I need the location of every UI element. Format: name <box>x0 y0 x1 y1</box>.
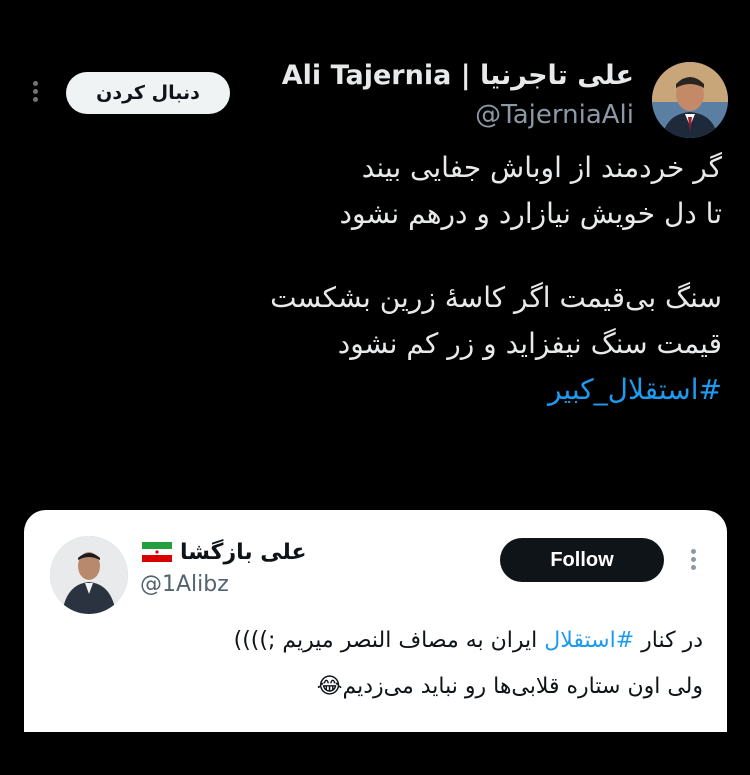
quoted-line: در کنار #استقلال ایران به مصاف النصر میر… <box>233 628 703 653</box>
tweet-line: قیمت سنگ نیفزاید و زر کم نشود <box>337 327 722 360</box>
quoted-author-avatar[interactable] <box>50 536 128 614</box>
tweet-line: گر خردمند از اوباش جفایی بیند <box>361 151 722 184</box>
quoted-more-options-icon[interactable] <box>686 546 700 576</box>
author-handle[interactable]: @TajerniaAli <box>475 100 634 130</box>
quoted-author-name[interactable]: علی بازگشا <box>180 540 307 565</box>
tweet-line: سنگ بی‌قیمت اگر کاسهٔ زرین بشکست <box>270 281 722 314</box>
quoted-author-handle[interactable]: @1Alibz <box>140 572 229 597</box>
hashtag-link[interactable]: #استقلال_کبیر <box>162 367 722 413</box>
iran-flag-icon <box>142 542 172 562</box>
quoted-hashtag-link[interactable]: #استقلال <box>544 628 634 653</box>
quoted-tweet-text: در کنار #استقلال ایران به مصاف النصر میر… <box>43 618 703 710</box>
follow-button[interactable]: دنبال کردن <box>66 72 230 114</box>
quoted-tweet-card[interactable]: علی بازگشا @1Alibz Follow در کنار #استقل… <box>24 510 727 732</box>
tweet: دنبال کردن Ali Tajernia | علی تاجرنیا @T… <box>0 0 750 775</box>
tweet-line: تا دل خویش نیازارد و درهم نشود <box>339 197 722 230</box>
author-avatar[interactable] <box>652 62 728 138</box>
tweet-text: گر خردمند از اوباش جفایی بیند تا دل خویش… <box>162 145 722 413</box>
author-display-name[interactable]: Ali Tajernia | علی تاجرنیا <box>282 60 634 91</box>
tweet-line-gap <box>162 237 722 275</box>
quoted-line: ولی اون ستاره قلابی‌ها رو نباید می‌زدیم😂 <box>316 674 703 699</box>
more-options-icon[interactable] <box>27 78 43 108</box>
quoted-follow-button[interactable]: Follow <box>500 538 664 582</box>
